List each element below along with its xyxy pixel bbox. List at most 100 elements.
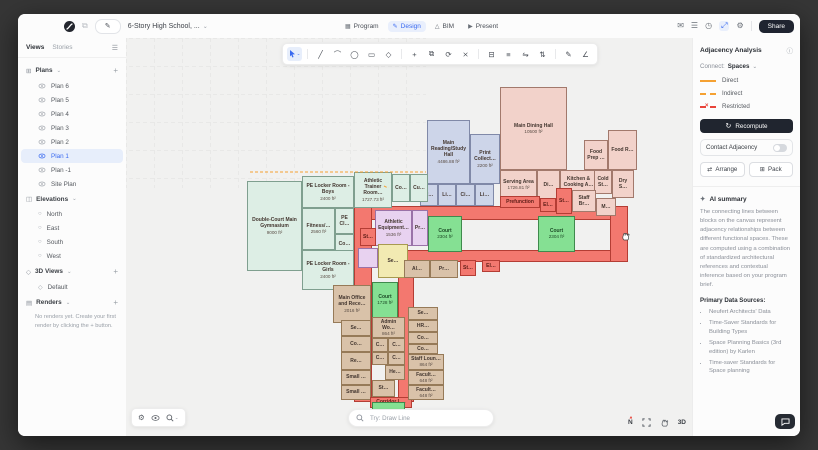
trim-tool[interactable]: ⨯ (458, 47, 473, 61)
room-st[interactable]: St… (372, 380, 395, 397)
room-c[interactable]: C… (388, 352, 405, 365)
section-elevations[interactable]: ◫ Elevations ⌄ (18, 191, 126, 207)
room-print-collect[interactable]: Print Collect… 2200 ft² (470, 134, 500, 184)
edit-tool-button[interactable]: ✎ (94, 18, 121, 34)
pack-button[interactable]: ⊞ Pack (748, 162, 793, 177)
line-tool[interactable]: ╱ (313, 47, 328, 61)
select-tool[interactable]: ⌄ (287, 47, 302, 61)
design-canvas[interactable]: Main Dining Hall 10500 ft² Food R… Food Pre… (126, 38, 692, 436)
room-small[interactable]: Small … (341, 385, 371, 400)
room-pr[interactable]: Pr… (430, 260, 458, 278)
room-he[interactable]: He… (385, 365, 405, 380)
room-co[interactable]: Co… (392, 174, 410, 202)
contact-adjacency-toggle[interactable] (773, 143, 787, 152)
view-item-default[interactable]: ◇ Default (21, 280, 123, 294)
room-st[interactable]: St… (556, 188, 572, 214)
feedback-button[interactable] (775, 414, 795, 429)
tab-present[interactable]: ▶ Present (463, 21, 503, 32)
add-3d-views-button[interactable]: + (113, 267, 118, 276)
tab-views[interactable]: Views (26, 44, 44, 51)
ellipse-tool[interactable]: ◯ (347, 47, 362, 61)
room-court[interactable]: Court 2304 ft² (428, 216, 462, 252)
room-hr[interactable]: HR… (408, 320, 438, 332)
room-pr[interactable]: Pr… (412, 210, 428, 246)
room-c[interactable]: C… (372, 338, 388, 352)
pan-hand-icon[interactable] (660, 418, 669, 427)
toggle-3d-button[interactable]: 3D (678, 419, 686, 426)
move-tool[interactable]: + (407, 47, 422, 61)
section-renders[interactable]: ▤ Renders ⌄ + (18, 294, 126, 311)
room-el[interactable]: El… (482, 260, 500, 272)
room-se[interactable]: Se… (341, 320, 371, 336)
arrange-button[interactable]: ⇄ Arrange (700, 162, 745, 177)
visibility-icon[interactable] (151, 414, 160, 421)
room-food-r[interactable]: Food R… (608, 130, 637, 170)
room-court[interactable]: Court 2304 ft² (538, 216, 575, 252)
mirror-vertical-tool[interactable]: ⇅ (535, 47, 550, 61)
corridor[interactable] (358, 248, 378, 268)
room-small[interactable]: Small … (341, 370, 371, 385)
room-pe-locker-room-girls[interactable]: PE Locker Room - Girls 2400 ft² (302, 250, 354, 290)
angle-tool[interactable]: ∠ (578, 47, 593, 61)
room-m[interactable]: M… (596, 198, 616, 216)
room-c[interactable]: C… (372, 352, 388, 365)
recompute-button[interactable]: ↻ Recompute (700, 119, 793, 133)
measure-tool[interactable]: ✎ (561, 47, 576, 61)
tab-program[interactable]: ▦ Program (340, 21, 384, 32)
room-c[interactable]: C… (388, 338, 405, 352)
room-li[interactable]: Li… (475, 184, 494, 206)
document-title[interactable]: 6-Story High School, ... ⌄ (128, 23, 208, 30)
tab-stories[interactable]: Stories (52, 44, 72, 51)
add-plans-button[interactable]: + (113, 66, 118, 75)
share-button[interactable]: Share (758, 19, 794, 33)
room-double-court-main-gymnasium[interactable]: Double-Court Main Gymnasium 9000 ft² (247, 181, 302, 271)
room-st[interactable]: St… (460, 260, 476, 276)
room-ci[interactable]: Ci… (456, 184, 475, 206)
view-item-east[interactable]: ○ East (21, 221, 123, 235)
room-court[interactable]: Court 1728 ft² (372, 282, 398, 318)
zoom-menu[interactable]: ⌄ (166, 414, 179, 422)
align-tool[interactable]: ⊟ (484, 47, 499, 61)
room-cold-st[interactable]: Cold St… (594, 170, 612, 194)
room-li[interactable]: Li… (438, 184, 456, 206)
room-pe-locker-room-boys[interactable]: PE Locker Room - Boys 2400 ft² (302, 176, 354, 208)
view-item-plan-1[interactable]: Plan -1 (21, 163, 123, 177)
room-admin-wo[interactable]: Admin Wo… 864 ft² (372, 317, 405, 338)
room-se[interactable]: Se… (408, 307, 438, 320)
room-st[interactable]: St… (360, 228, 376, 246)
rotate-tool[interactable]: ⟳ (441, 47, 456, 61)
room-food-prep[interactable]: Food Prep … (584, 140, 608, 170)
compass-north-button[interactable]: N (628, 419, 633, 426)
view-item-plan-1[interactable]: Plan 1 (21, 149, 123, 163)
rectangle-tool[interactable]: ▭ (364, 47, 379, 61)
arc-tool[interactable]: ⌒ (330, 47, 345, 61)
connect-value-dropdown[interactable]: Spaces (728, 63, 750, 70)
view-item-plan-5[interactable]: Plan 5 (21, 93, 123, 107)
info-icon[interactable]: ⓘ (787, 45, 794, 55)
view-item-north[interactable]: ○ North (21, 207, 123, 221)
room-re[interactable]: Re… (341, 352, 371, 370)
sidebar-menu-icon[interactable]: ☰ (112, 44, 118, 52)
room-prefunction[interactable]: Prefunction (500, 196, 540, 208)
room-facult[interactable]: Facult… 648 ft² (408, 370, 444, 385)
room-cu[interactable]: Cu… (410, 174, 428, 202)
room-dry-s[interactable]: Dry S… (612, 170, 634, 198)
offset-tool[interactable]: ⧉ (424, 47, 439, 61)
view-item-plan-2[interactable]: Plan 2 (21, 135, 123, 149)
room-athletic-equipment[interactable]: Athletic Equipment… 1536 ft² (375, 210, 412, 246)
section-3d-views[interactable]: ◇ 3D Views ⌄ + (18, 263, 126, 280)
frames-icon[interactable]: ⧉ (82, 22, 88, 30)
room-staff-loun[interactable]: Staff Loun… 864 ft² (408, 354, 444, 370)
room-main-reading-study-hall[interactable]: Main Reading/Study Hall 4486.88 ft² (427, 120, 470, 184)
room-al[interactable]: Al… (404, 260, 430, 278)
room-athletic-trainer-room[interactable]: Athletic Trainer Room… 1727.73 ft² (354, 172, 392, 208)
room-main-office-and-rece[interactable]: Main Office and Rece… 2016 ft² (333, 285, 371, 323)
canvas-settings-icon[interactable]: ⚙ (138, 413, 145, 422)
room-co[interactable]: Co… (408, 344, 438, 354)
room-pe-cl[interactable]: PE Cl… (335, 208, 354, 234)
view-item-south[interactable]: ○ South (21, 235, 123, 249)
list-icon[interactable]: ☰ (691, 22, 698, 30)
view-item-site-plan[interactable]: Site Plan (21, 177, 123, 191)
zoom-to-fit-icon[interactable] (642, 418, 651, 427)
view-item-plan-4[interactable]: Plan 4 (21, 107, 123, 121)
